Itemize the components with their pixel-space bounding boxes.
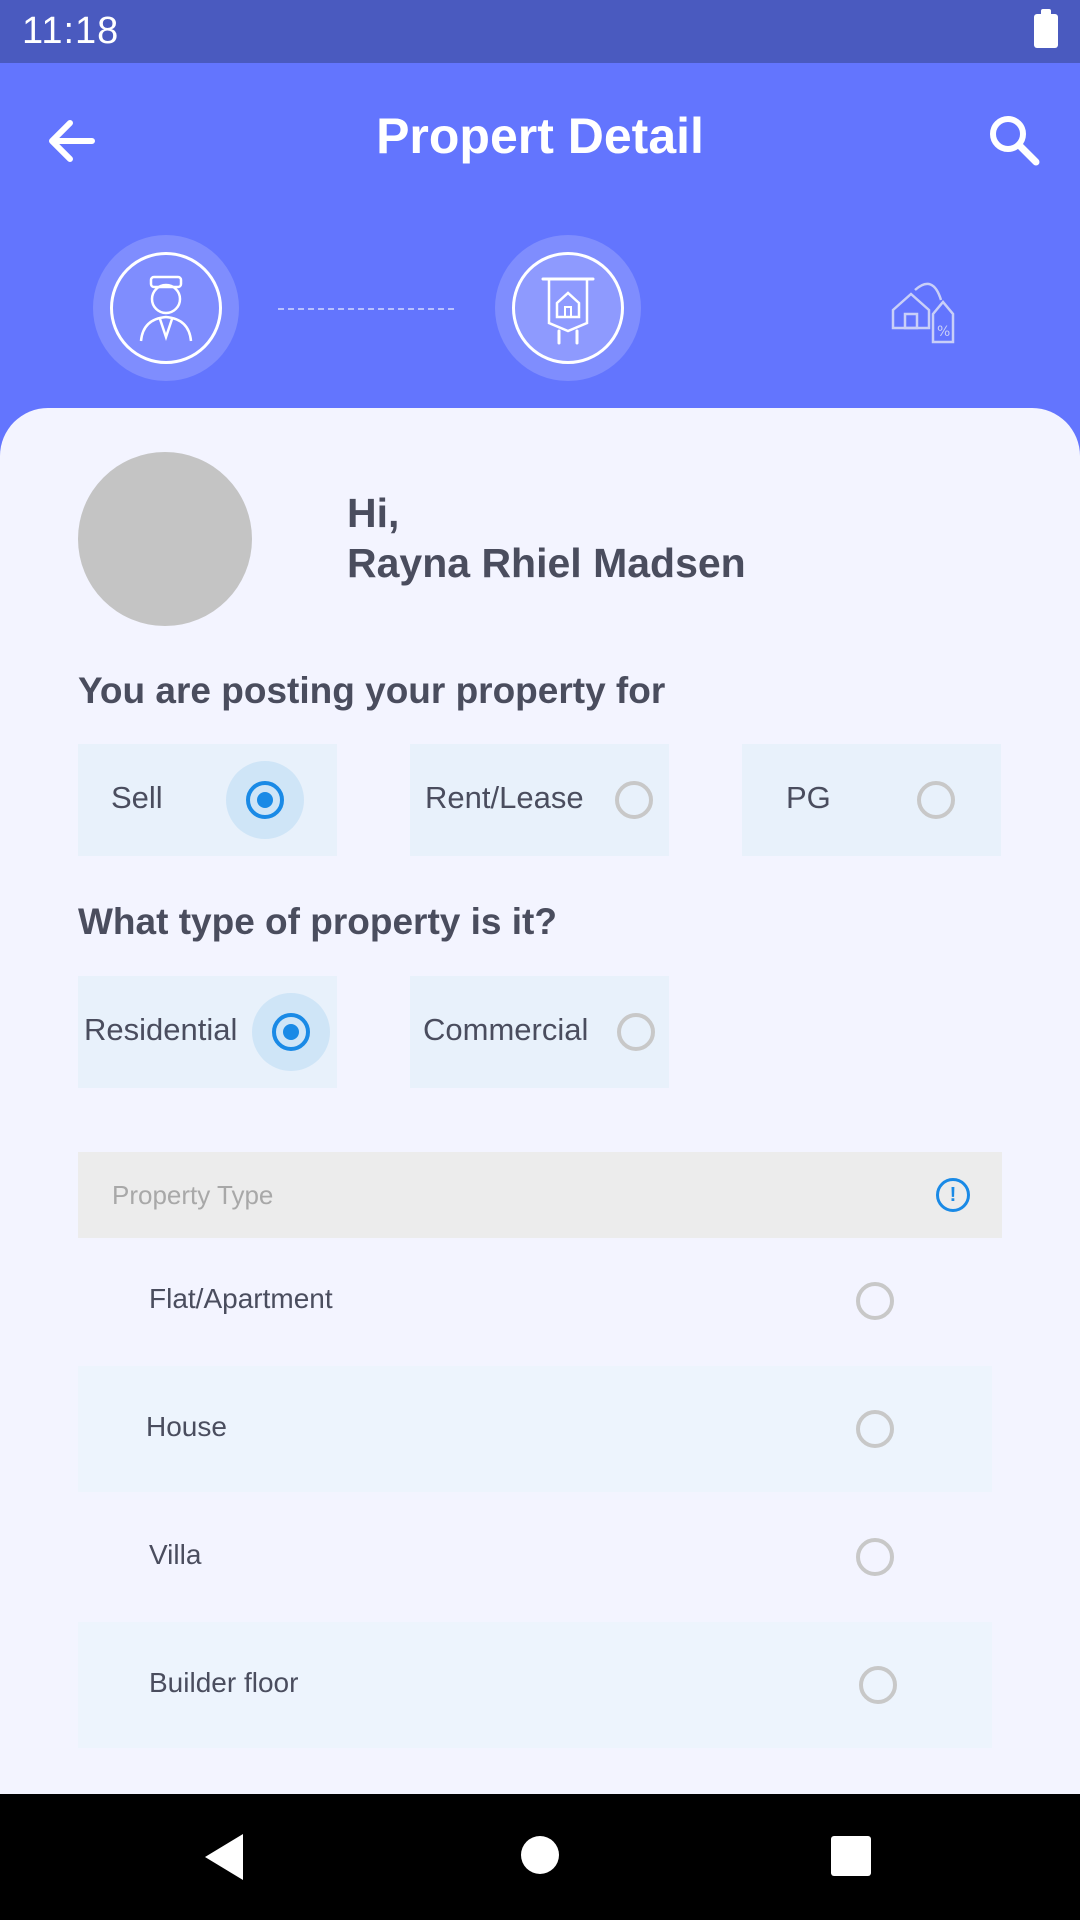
status-bar: 11:18 [0, 0, 1080, 63]
option-rent-lease[interactable]: Rent/Lease [410, 744, 669, 856]
option-residential[interactable]: Residential [78, 976, 337, 1088]
rent-lease-radio[interactable] [615, 781, 653, 819]
option-commercial[interactable]: Commercial [410, 976, 669, 1088]
status-time: 11:18 [22, 10, 120, 52]
nav-home-icon[interactable] [521, 1836, 559, 1874]
option-radio[interactable] [856, 1282, 894, 1320]
property-type-placeholder: Property Type [112, 1180, 274, 1210]
option-pg[interactable]: PG [742, 744, 1001, 856]
page-title: Propert Detail [376, 108, 704, 164]
step-pricing[interactable]: % [885, 270, 965, 350]
property-signboard-icon [541, 277, 595, 345]
battery-icon [1034, 9, 1058, 48]
nav-back-icon[interactable] [205, 1834, 243, 1880]
house-price-tag-icon: % [891, 282, 955, 344]
person-icon [139, 275, 193, 342]
option-label: House [146, 1411, 227, 1442]
step-property[interactable] [495, 235, 641, 381]
property-type-option[interactable]: Flat/Apartment [78, 1238, 992, 1364]
option-radio[interactable] [856, 1410, 894, 1448]
option-pg-label: PG [786, 780, 831, 815]
option-sell[interactable]: Sell [78, 744, 337, 856]
option-rent-lease-label: Rent/Lease [425, 780, 584, 815]
greeting-hi: Hi, [347, 490, 400, 536]
property-type-option[interactable]: Villa [78, 1494, 992, 1620]
option-sell-label: Sell [111, 780, 163, 815]
pg-radio[interactable] [917, 781, 955, 819]
option-residential-label: Residential [84, 1012, 238, 1047]
greeting: Hi, Rayna Rhiel Madsen [347, 488, 746, 588]
search-icon [990, 116, 1040, 166]
option-radio[interactable] [859, 1666, 897, 1704]
step-connector [278, 308, 454, 310]
avatar[interactable] [78, 452, 252, 626]
system-nav-bar [0, 1794, 1080, 1920]
sell-radio[interactable] [246, 781, 284, 819]
option-label: Villa [149, 1539, 202, 1570]
svg-text:%: % [937, 324, 950, 340]
commercial-radio[interactable] [617, 1013, 655, 1051]
step-personal[interactable] [93, 235, 239, 381]
user-name: Rayna Rhiel Madsen [347, 540, 746, 586]
property-type-dropdown[interactable]: Property Type ! [78, 1152, 1002, 1238]
property-category-label: What type of property is it? [78, 901, 557, 942]
residential-radio[interactable] [272, 1013, 310, 1051]
info-icon[interactable]: ! [936, 1178, 970, 1212]
progress-stepper: % [0, 230, 1080, 390]
option-label: Builder floor [149, 1667, 299, 1698]
posting-for-label: You are posting your property for [78, 670, 666, 711]
property-type-option[interactable]: Builder floor [78, 1622, 992, 1748]
property-type-option[interactable]: House [78, 1366, 992, 1492]
nav-recents-icon[interactable] [831, 1836, 871, 1876]
search-button[interactable] [982, 109, 1046, 173]
app-bar: Propert Detail [0, 63, 1080, 213]
option-commercial-label: Commercial [423, 1012, 589, 1047]
option-label: Flat/Apartment [149, 1283, 333, 1314]
option-radio[interactable] [856, 1538, 894, 1576]
property-form-card: Hi, Rayna Rhiel Madsen You are posting y… [0, 408, 1080, 1794]
